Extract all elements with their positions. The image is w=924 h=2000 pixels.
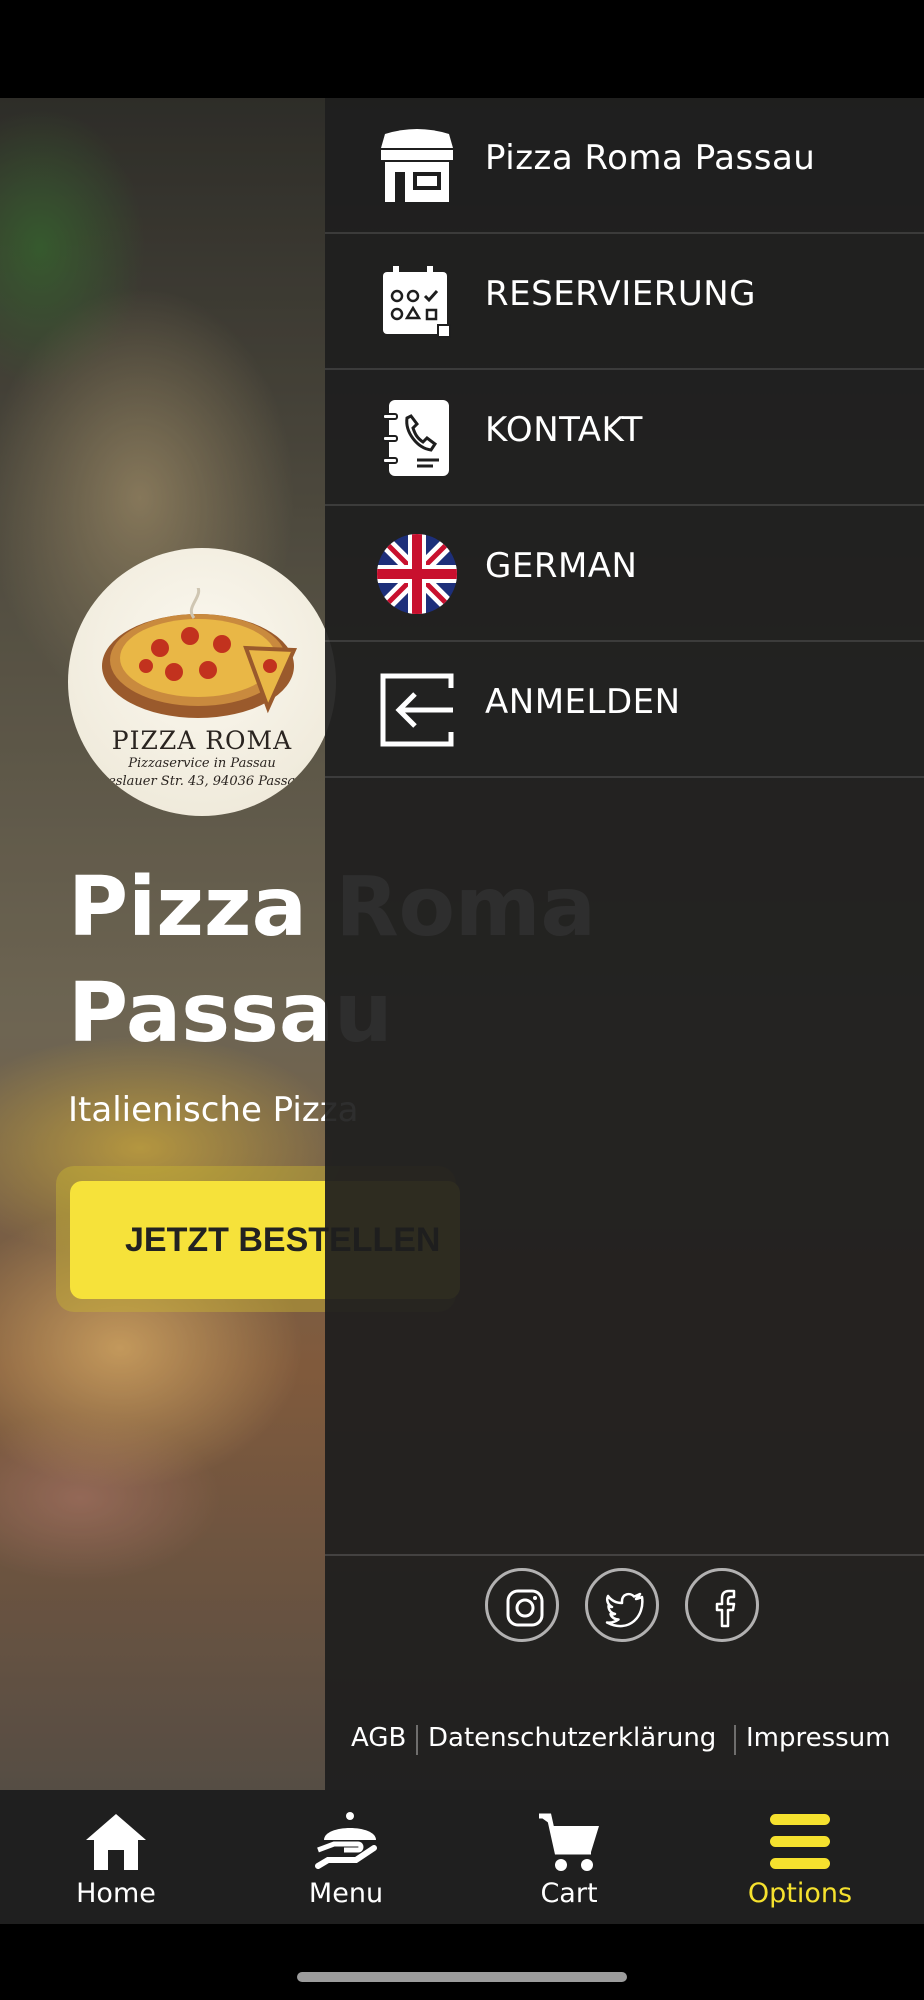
gesture-bar-area — [0, 1924, 924, 2000]
nav-menu[interactable]: Menu — [246, 1790, 446, 1924]
cart-icon — [539, 1813, 599, 1871]
drawer-item-label: Pizza Roma Passau — [485, 138, 816, 178]
nav-options[interactable]: Options — [700, 1790, 900, 1924]
nav-cart[interactable]: Cart — [469, 1790, 669, 1924]
uk-flag-icon — [377, 534, 457, 614]
instagram-link[interactable] — [485, 1568, 559, 1642]
privacy-link[interactable]: Datenschutzerklärung — [428, 1723, 716, 1753]
drawer-item-language[interactable]: GERMAN — [325, 506, 924, 642]
login-icon — [380, 673, 454, 747]
legal-separator — [734, 1725, 736, 1755]
phone-book-icon — [382, 400, 449, 476]
nav-label: Options — [747, 1878, 853, 1909]
instagram-icon — [506, 1589, 544, 1627]
drawer-footer-divider — [325, 1554, 924, 1556]
logo-address: Breslauer Str. 43, 94036 Passau — [92, 774, 304, 789]
nav-home[interactable]: Home — [16, 1790, 216, 1924]
hero-subtitle: Italienische Pizza — [68, 1090, 359, 1130]
drawer-item-reservation[interactable]: RESERVIERUNG — [325, 234, 924, 370]
twitter-icon — [605, 1592, 644, 1628]
facebook-link[interactable] — [685, 1568, 759, 1642]
restaurant-logo: PIZZA ROMA Pizzaservice in Passau Bresla… — [68, 548, 336, 816]
home-icon — [86, 1814, 146, 1870]
pizza-illustration-icon — [102, 588, 298, 718]
logo-title: PIZZA ROMA — [111, 726, 293, 755]
facebook-icon — [715, 1589, 736, 1628]
logo-subtitle: Pizzaservice in Passau — [128, 756, 276, 771]
nav-label: Menu — [308, 1878, 384, 1909]
imprint-link[interactable]: Impressum — [746, 1723, 891, 1753]
drawer-item-contact[interactable]: KONTAKT — [325, 370, 924, 506]
drawer-item-restaurant[interactable]: Pizza Roma Passau — [325, 98, 924, 234]
nav-label: Home — [76, 1878, 156, 1909]
drawer-item-label: KONTAKT — [485, 410, 643, 450]
cloche-icon — [315, 1812, 377, 1869]
hamburger-icon — [770, 1814, 830, 1869]
bottom-navigation: Home Menu Cart Options — [0, 1790, 924, 1924]
calendar-icon — [383, 266, 451, 338]
drawer-item-label: RESERVIERUNG — [485, 274, 756, 314]
drawer-item-login[interactable]: ANMELDEN — [325, 642, 924, 778]
home-indicator[interactable] — [297, 1972, 627, 1982]
drawer-item-label: GERMAN — [485, 546, 638, 586]
storefront-icon — [381, 129, 453, 202]
side-drawer: Pizza Roma Passau RESERVIERUNG KONTAKT G… — [325, 98, 924, 1790]
agb-link[interactable]: AGB — [351, 1723, 406, 1753]
drawer-item-label: ANMELDEN — [485, 682, 681, 722]
nav-label: Cart — [540, 1878, 598, 1909]
twitter-link[interactable] — [585, 1568, 659, 1642]
status-bar — [0, 0, 924, 98]
legal-separator — [416, 1725, 418, 1755]
